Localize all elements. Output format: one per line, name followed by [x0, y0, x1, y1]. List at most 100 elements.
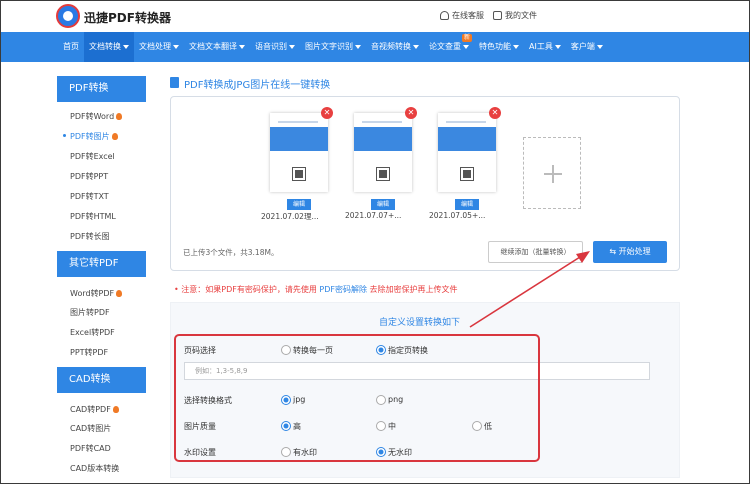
main-nav: 首页 文档转换 文档处理 文档文本翻译 语音识别 图片文字识别 音视频转换 论文…	[0, 32, 750, 62]
qr-code-icon	[376, 167, 390, 181]
edit-button[interactable]: 编辑	[455, 199, 479, 210]
chevron-down-icon	[596, 44, 603, 49]
sidebar-item-pdf-to-cad[interactable]: PDF转CAD	[70, 443, 111, 454]
nav-translate[interactable]: 文档文本翻译	[184, 32, 250, 62]
note-suffix: 去除加密保护再上传文件	[369, 285, 458, 294]
upload-info: 已上传3个文件，共3.18M。	[183, 248, 279, 257]
sidebar-section-cad: CAD转换	[57, 367, 146, 393]
thumb-band	[438, 127, 496, 151]
delete-icon[interactable]: ✕	[405, 107, 417, 119]
nav-media-label: 音视频转换	[371, 42, 411, 51]
nav-home[interactable]: 首页	[58, 32, 84, 62]
settings-title: 自定义设置转换如下	[379, 318, 461, 328]
chevron-down-icon	[239, 44, 245, 49]
chevron-down-icon	[289, 44, 295, 49]
file-thumbnail[interactable]	[354, 113, 412, 192]
sidebar-section-pdf-convert: PDF转换	[57, 76, 146, 102]
thumb-line	[362, 121, 402, 123]
nav-speech[interactable]: 语音识别	[250, 32, 300, 62]
file-thumbnail[interactable]	[438, 113, 496, 192]
my-files-link[interactable]: 我的文件	[493, 10, 537, 21]
chevron-down-icon	[554, 44, 561, 49]
nav-doc-process[interactable]: 文档处理	[134, 32, 184, 62]
chevron-down-icon	[463, 44, 469, 49]
chevron-down-icon	[413, 44, 419, 49]
qr-code-icon	[460, 167, 474, 181]
nav-doc-convert-label: 文档转换	[89, 42, 121, 51]
sidebar-item-excel-to-pdf[interactable]: Excel转PDF	[70, 327, 115, 338]
headset-icon	[440, 11, 449, 20]
nav-translate-label: 文档文本翻译	[189, 42, 237, 51]
sidebar-item-pdf-to-excel[interactable]: PDF转Excel	[70, 151, 115, 162]
sidebar-item-cad-version[interactable]: CAD版本转换	[70, 463, 119, 474]
chevron-down-icon	[173, 44, 179, 49]
hot-fire-icon	[116, 113, 123, 120]
highlight-box	[174, 334, 540, 462]
file-icon	[493, 11, 502, 20]
thumb-band	[354, 127, 412, 151]
nav-ocr[interactable]: 图片文字识别	[300, 32, 366, 62]
nav-doc-convert[interactable]: 文档转换	[84, 32, 134, 62]
pdf-unlock-link[interactable]: PDF密码解除	[319, 285, 367, 294]
password-note: • 注意：如果PDF有密码保护，请先使用 PDF密码解除 去除加密保护再上传文件	[174, 285, 458, 294]
sidebar-item-cad-to-pdf[interactable]: CAD转PDF	[70, 404, 119, 415]
plus-icon	[552, 165, 554, 183]
nav-media[interactable]: 音视频转换	[366, 32, 424, 62]
sidebar-item-label: CAD转PDF	[70, 405, 111, 414]
brand-logo-icon[interactable]	[56, 4, 80, 28]
sidebar-item-pdf-to-ppt[interactable]: PDF转PPT	[70, 171, 108, 182]
hot-fire-icon	[116, 290, 123, 297]
file-name: 2021.07.05+...	[429, 211, 486, 220]
new-badge: 新	[462, 34, 473, 42]
thumb-line	[446, 121, 486, 123]
sidebar-item-cad-to-image[interactable]: CAD转图片	[70, 423, 111, 434]
sidebar-item-pdf-to-image[interactable]: PDF转图片	[63, 131, 118, 142]
sidebar-item-ppt-to-pdf[interactable]: PPT转PDF	[70, 347, 108, 358]
nav-features-label: 特色功能	[479, 42, 511, 51]
brand-name[interactable]: 迅捷PDF转换器	[84, 9, 171, 26]
nav-features[interactable]: 特色功能	[474, 32, 524, 62]
edit-button[interactable]: 编辑	[287, 199, 311, 210]
file-name: 2021.07.07+...	[345, 211, 402, 220]
chevron-down-icon	[123, 44, 129, 49]
sidebar-section-to-pdf: 其它转PDF	[57, 251, 146, 277]
edit-button[interactable]: 编辑	[371, 199, 395, 210]
sidebar-item-word-to-pdf[interactable]: Word转PDF	[70, 288, 123, 299]
nav-doc-process-label: 文档处理	[139, 42, 171, 51]
nav-ai[interactable]: AI工具	[524, 32, 566, 62]
start-processing-label: 开始处理	[618, 247, 651, 256]
thumb-band	[270, 127, 328, 151]
active-dot-icon	[63, 134, 66, 137]
customer-service-link[interactable]: 在线客服	[440, 10, 484, 21]
chevron-down-icon	[355, 44, 361, 49]
sidebar-item-pdf-to-txt[interactable]: PDF转TXT	[70, 191, 109, 202]
nav-client-label: 客户端	[570, 42, 595, 51]
sidebar-item-pdf-to-html[interactable]: PDF转HTML	[70, 211, 116, 222]
page-title: PDF转换成JPG图片在线一键转换	[184, 80, 331, 91]
sidebar-item-pdf-to-word[interactable]: PDF转Word	[70, 111, 123, 122]
sidebar-item-label: Word转PDF	[70, 289, 115, 298]
nav-client[interactable]: 客户端	[566, 32, 608, 62]
nav-thesis[interactable]: 论文查重新	[424, 32, 474, 62]
add-file-button[interactable]	[523, 137, 581, 209]
sidebar-item-image-to-pdf[interactable]: 图片转PDF	[70, 307, 110, 318]
hot-fire-icon	[111, 133, 118, 140]
sidebar-item-label: PDF转Word	[70, 112, 115, 121]
top-bar: 迅捷PDF转换器 在线客服 我的文件	[0, 0, 750, 32]
delete-icon[interactable]: ✕	[321, 107, 333, 119]
start-processing-button[interactable]: ⇆ 开始处理	[593, 241, 667, 263]
nav-thesis-label: 论文查重	[429, 42, 461, 51]
nav-home-label: 首页	[63, 42, 79, 51]
file-thumbnail[interactable]	[270, 113, 328, 192]
delete-icon[interactable]: ✕	[489, 107, 501, 119]
chevron-down-icon	[513, 44, 519, 49]
upload-panel: ✕ 编辑 2021.07.02理... ✕ 编辑 2021.07.07+... …	[170, 96, 680, 271]
sidebar-item-pdf-to-long-image[interactable]: PDF转长图	[70, 231, 110, 242]
nav-speech-label: 语音识别	[255, 42, 287, 51]
document-icon	[170, 77, 179, 88]
continue-add-button[interactable]: 继续添加（批量转换）	[488, 241, 583, 263]
hot-fire-icon	[112, 406, 119, 413]
customer-service-label: 在线客服	[452, 11, 484, 20]
my-files-label: 我的文件	[505, 11, 537, 20]
sidebar-item-label: PDF转图片	[70, 132, 110, 141]
